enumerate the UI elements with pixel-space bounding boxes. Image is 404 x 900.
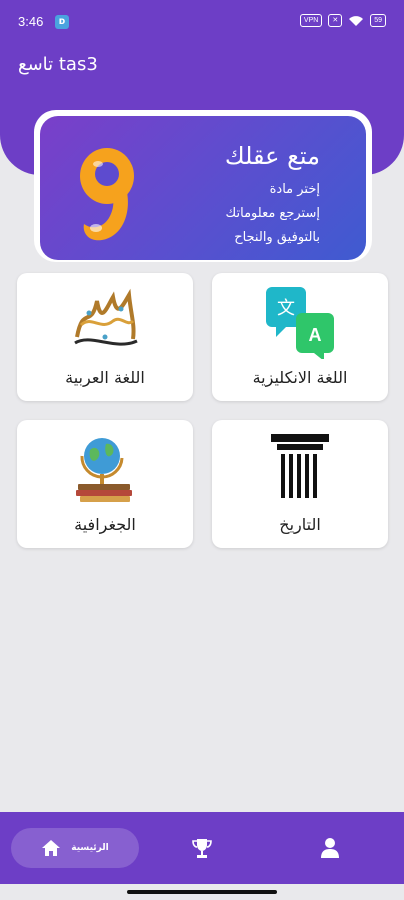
vpn-badge: VPN <box>299 14 323 27</box>
arabic-calligraphy-icon <box>74 288 138 346</box>
status-icons: VPN ✕ 59 <box>299 14 386 27</box>
app-notification-icon: ᴅ <box>55 15 69 29</box>
home-indicator[interactable] <box>127 890 277 894</box>
page-title: تاسع tas3 <box>18 54 98 75</box>
home-icon <box>42 840 61 856</box>
sim-icon: ✕ <box>328 14 343 27</box>
bottom-nav: الرئيسية <box>0 812 404 884</box>
subject-card-history[interactable]: التاريخ <box>212 420 388 548</box>
status-bar: 3:46 ᴅ VPN ✕ 59 <box>0 0 404 44</box>
greek-column-icon <box>271 434 329 498</box>
subject-label: الجغرافية <box>74 515 136 534</box>
subject-card-arabic[interactable]: اللغة العربية <box>17 273 193 401</box>
subject-label: التاريخ <box>279 515 321 534</box>
trophy-icon[interactable] <box>191 837 213 859</box>
status-time: 3:46 <box>18 14 44 29</box>
number-nine-icon <box>80 148 134 241</box>
banner-line: إختر مادة <box>269 182 320 197</box>
svg-text:A: A <box>309 325 322 345</box>
subject-label: اللغة العربية <box>65 368 145 387</box>
promo-banner-body: متع عقلك إختر مادة إسترجع معلوماتك بالتو… <box>40 116 366 260</box>
banner-line: إسترجع معلوماتك <box>225 206 320 221</box>
subject-card-english[interactable]: 文 A اللغة الانكليزية <box>212 273 388 401</box>
nav-home-label: الرئيسية <box>71 843 109 853</box>
banner-title: متع عقلك <box>224 142 320 170</box>
subject-card-geography[interactable]: الجغرافية <box>17 420 193 548</box>
wifi-icon <box>349 15 364 26</box>
banner-line: بالتوفيق والنجاح <box>234 230 320 245</box>
promo-banner: متع عقلك إختر مادة إسترجع معلوماتك بالتو… <box>34 110 372 262</box>
svg-text:文: 文 <box>277 298 295 319</box>
battery-icon: 59 <box>370 14 386 27</box>
subject-label: اللغة الانكليزية <box>252 368 348 387</box>
user-icon[interactable] <box>319 837 341 859</box>
nav-home-button[interactable]: الرئيسية <box>11 828 139 868</box>
translate-icon: 文 A <box>266 287 334 359</box>
globe-books-icon <box>76 438 132 502</box>
